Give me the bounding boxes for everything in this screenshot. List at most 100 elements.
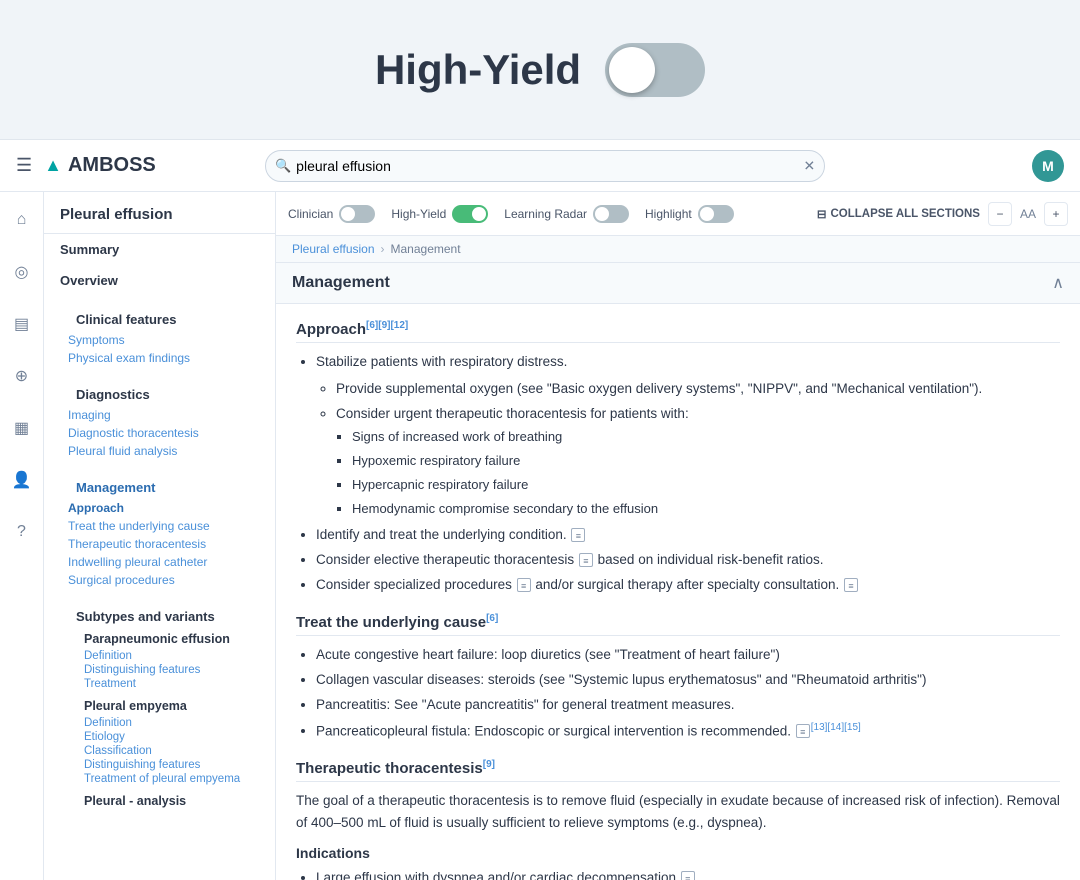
learning-radar-toggle-group: Learning Radar: [504, 205, 629, 223]
nav-person-icon[interactable]: 👤: [6, 464, 38, 496]
list-item: Consider elective therapeutic thoracente…: [316, 549, 1060, 572]
approach-refs[interactable]: [6][9][12]: [366, 320, 408, 331]
approach-title: Approach[6][9][12]: [296, 320, 1060, 343]
sidebar-item-subtypes[interactable]: Subtypes and variants: [60, 601, 259, 628]
inline-ref-icon-3[interactable]: ≡: [517, 578, 531, 592]
sidebar-link-indwelling-catheter[interactable]: Indwelling pleural catheter: [60, 553, 259, 571]
sidebar-item-clinical-features[interactable]: Clinical features: [60, 304, 259, 331]
inline-ref-icon-5[interactable]: ≡: [796, 724, 810, 738]
treat-underlying-list: Acute congestive heart failure: loop diu…: [296, 644, 1060, 743]
sidebar-link-emp-distinguishing[interactable]: Distinguishing features: [84, 758, 243, 772]
high-yield-label: High-Yield: [391, 207, 446, 221]
section-collapse-icon[interactable]: ∧: [1052, 273, 1064, 293]
toolbar: Clinician High-Yield Learning Radar High…: [276, 192, 1080, 236]
list-item: Consider urgent therapeutic thoracentesi…: [336, 403, 1060, 520]
sidebar-link-pleural-fluid[interactable]: Pleural fluid analysis: [60, 442, 259, 460]
sidebar-item-overview[interactable]: Overview: [60, 273, 259, 288]
sidebar-item-management[interactable]: Management: [60, 472, 259, 499]
nav-chart-icon[interactable]: ▦: [6, 412, 38, 444]
sidebar-section-diagnostics: Diagnostics Imaging Diagnostic thoracent…: [44, 371, 275, 464]
highlight-toggle-group: Highlight: [645, 205, 734, 223]
treat-underlying-title: Treat the underlying cause[6]: [296, 613, 1060, 636]
therapeutic-refs[interactable]: [9]: [483, 759, 495, 770]
sidebar-section-clinical: Clinical features Symptoms Physical exam…: [44, 296, 275, 371]
high-yield-toggle[interactable]: [452, 205, 488, 223]
sidebar-subsection-title-pleural-analysis[interactable]: Pleural - analysis: [84, 794, 243, 808]
logo-text: AMBOSS: [68, 154, 156, 177]
inline-ref-icon-2[interactable]: ≡: [579, 553, 593, 567]
inline-ref-icon[interactable]: ≡: [571, 528, 585, 542]
nav-target-icon[interactable]: ⊕: [6, 360, 38, 392]
list-item: Identify and treat the underlying condit…: [316, 524, 1060, 547]
section-title: Management: [292, 274, 390, 292]
sidebar-link-treat-underlying[interactable]: Treat the underlying cause: [60, 517, 259, 535]
banner-title: High-Yield: [375, 46, 581, 94]
fistula-refs[interactable]: [13][14][15]: [811, 722, 861, 733]
list-item: Stabilize patients with respiratory dist…: [316, 351, 1060, 520]
increase-font-button[interactable]: +: [1044, 202, 1068, 226]
inline-ref-icon-6[interactable]: ≡: [681, 871, 695, 880]
clinician-toggle[interactable]: [339, 205, 375, 223]
breadcrumb-parent[interactable]: Pleural effusion: [292, 242, 375, 256]
sidebar-item-diagnostics[interactable]: Diagnostics: [60, 379, 259, 406]
treat-underlying-refs[interactable]: [6]: [486, 613, 498, 624]
learning-radar-toggle[interactable]: [593, 205, 629, 223]
sidebar-link-diagnostic-thoracentesis[interactable]: Diagnostic thoracentesis: [60, 424, 259, 442]
clinician-label: Clinician: [288, 207, 333, 221]
sidebar-link-para-treatment[interactable]: Treatment: [84, 677, 243, 691]
sidebar-link-imaging[interactable]: Imaging: [60, 406, 259, 424]
decrease-font-button[interactable]: −: [988, 202, 1012, 226]
sidebar-section-overview: Overview: [44, 265, 275, 296]
sidebar-link-emp-treatment[interactable]: Treatment of pleural empyema: [84, 772, 243, 786]
font-size-label: AA: [1020, 207, 1036, 221]
highlight-toggle[interactable]: [698, 205, 734, 223]
header: ☰ ▲ AMBOSS 🔍 ✕ M: [0, 140, 1080, 192]
therapeutic-thoracentesis-title: Therapeutic thoracentesis[9]: [296, 759, 1060, 782]
sidebar-title: Pleural effusion: [44, 192, 275, 234]
sidebar-item-summary[interactable]: Summary: [60, 242, 259, 257]
sidebar-link-para-distinguishing[interactable]: Distinguishing features: [84, 663, 243, 677]
nav-book-icon[interactable]: ▤: [6, 308, 38, 340]
breadcrumb-separator: ›: [381, 242, 385, 256]
inline-ref-icon-4[interactable]: ≡: [844, 578, 858, 592]
nav-home-icon[interactable]: ⌂: [6, 204, 38, 236]
sidebar-link-para-definition[interactable]: Definition: [84, 649, 243, 663]
sidebar-subsection-title-empyema[interactable]: Pleural empyema: [84, 699, 243, 713]
sidebar-subsection-parapneumonic: Parapneumonic effusion Definition Distin…: [60, 628, 259, 695]
menu-icon[interactable]: ☰: [16, 155, 32, 176]
content-area: Management ∧ Approach[6][9][12] Stabiliz…: [276, 263, 1080, 880]
high-yield-toggle-large[interactable]: [605, 43, 705, 97]
list-item: Consider specialized procedures ≡ and/or…: [316, 574, 1060, 597]
logo-triangle-icon: ▲: [44, 155, 62, 176]
sidebar-link-emp-etiology[interactable]: Etiology: [84, 730, 243, 744]
list-item: Collagen vascular diseases: steroids (se…: [316, 669, 1060, 692]
sidebar-subsection-title-parapneumonic[interactable]: Parapneumonic effusion: [84, 632, 243, 646]
sidebar-link-symptoms[interactable]: Symptoms: [60, 331, 259, 349]
nav-help-icon[interactable]: ?: [6, 516, 38, 548]
list-item: Large effusion with dyspnea and/or cardi…: [316, 867, 1060, 880]
learning-radar-label: Learning Radar: [504, 207, 587, 221]
sidebar-link-emp-definition[interactable]: Definition: [84, 716, 243, 730]
avatar[interactable]: M: [1032, 150, 1064, 182]
urgent-subbullets: Signs of increased work of breathing Hyp…: [336, 426, 1060, 520]
sidebar-link-surgical[interactable]: Surgical procedures: [60, 571, 259, 589]
list-item: Provide supplemental oxygen (see "Basic …: [336, 378, 1060, 401]
main-content: Clinician High-Yield Learning Radar High…: [276, 192, 1080, 880]
clear-search-icon[interactable]: ✕: [803, 157, 815, 174]
body-layout: ⌂ ◎ ▤ ⊕ ▦ 👤 ? Pleural effusion Summary O…: [0, 192, 1080, 880]
search-input[interactable]: [265, 150, 825, 182]
sidebar-link-emp-classification[interactable]: Classification: [84, 744, 243, 758]
breadcrumb-current: Management: [391, 242, 461, 256]
nav-compass-icon[interactable]: ◎: [6, 256, 38, 288]
section-header-management: Management ∧: [276, 263, 1080, 304]
sidebar-link-physical-exam[interactable]: Physical exam findings: [60, 349, 259, 367]
logo[interactable]: ▲ AMBOSS: [44, 154, 156, 177]
highlight-label: Highlight: [645, 207, 692, 221]
collapse-all-button[interactable]: ⊟ cOLLAPSE ALL SECTIONS: [817, 207, 980, 221]
sidebar-link-approach[interactable]: Approach: [60, 499, 259, 517]
list-item: Hypoxemic respiratory failure: [352, 450, 1060, 472]
indications-title: Indications: [296, 845, 1060, 861]
high-yield-banner: High-Yield: [0, 0, 1080, 140]
sidebar-link-therapeutic-thoracentesis[interactable]: Therapeutic thoracentesis: [60, 535, 259, 553]
app-container: ☰ ▲ AMBOSS 🔍 ✕ M ⌂ ◎ ▤ ⊕ ▦ 👤 ? Pleural e…: [0, 140, 1080, 880]
